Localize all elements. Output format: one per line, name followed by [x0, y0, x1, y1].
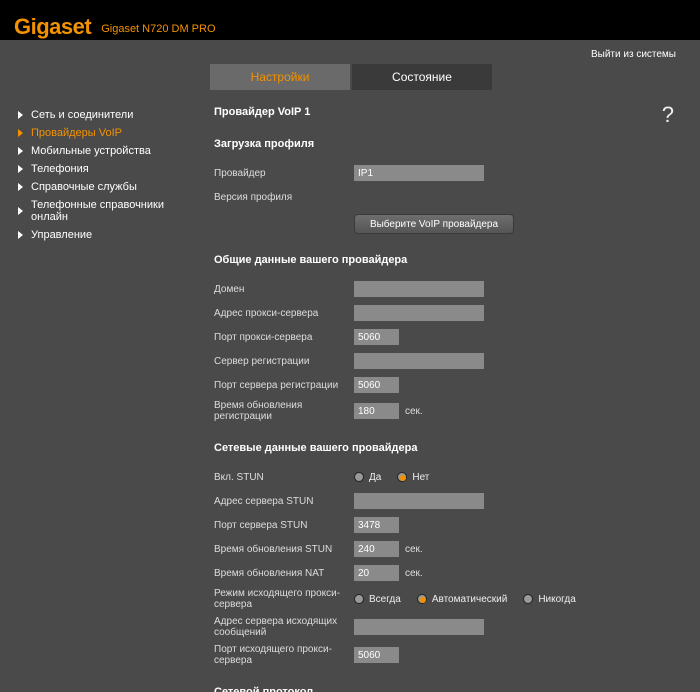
outbound-addr-input[interactable] — [354, 619, 484, 635]
stun-enable-label: Вкл. STUN — [214, 472, 354, 483]
radio-icon — [523, 594, 533, 604]
provider-label: Провайдер — [214, 168, 354, 179]
proxy-addr-label: Адрес прокси-сервера — [214, 308, 354, 319]
section-profile-load: Загрузка профиля — [214, 138, 672, 150]
sidebar-item-management[interactable]: Управление — [18, 226, 200, 244]
model-label: Gigaset N720 DM PRO — [101, 23, 215, 35]
chevron-right-icon — [18, 231, 23, 239]
radio-icon — [354, 594, 364, 604]
stun-refresh-label: Время обновления STUN — [214, 544, 354, 555]
radio-label: Никогда — [538, 594, 575, 605]
stun-port-label: Порт сервера STUN — [214, 520, 354, 531]
chevron-right-icon — [18, 165, 23, 173]
sidebar-item-network[interactable]: Сеть и соединители — [18, 106, 200, 124]
radio-label: Всегда — [369, 594, 401, 605]
main-tabs: Настройки Состояние — [210, 64, 700, 90]
stun-port-input[interactable] — [354, 517, 399, 533]
outbound-always-radio[interactable]: Всегда — [354, 594, 401, 605]
reg-refresh-label: Время обновления регистрации — [214, 400, 354, 422]
reg-server-input[interactable] — [354, 353, 484, 369]
radio-icon — [417, 594, 427, 604]
sidebar-item-label: Управление — [31, 229, 92, 241]
sidebar-item-label: Провайдеры VoIP — [31, 127, 122, 139]
select-provider-button[interactable]: Выберите VoIP провайдера — [354, 214, 514, 234]
provider-input[interactable] — [354, 165, 484, 181]
radio-icon — [354, 472, 364, 482]
outbound-port-label: Порт исходящего прокси-сервера — [214, 644, 354, 666]
sidebar: Сеть и соединители Провайдеры VoIP Мобил… — [0, 90, 200, 692]
outbound-addr-label: Адрес сервера исходящих сообщений — [214, 616, 354, 638]
sidebar-item-mobile[interactable]: Мобильные устройства — [18, 142, 200, 160]
content-area: ? Провайдер VoIP 1 Загрузка профиля Пров… — [200, 90, 700, 692]
section-protocol: Сетевой протокол — [214, 686, 672, 692]
sidebar-item-label: Справочные службы — [31, 181, 137, 193]
brand-logo: Gigaset — [14, 14, 91, 40]
chevron-right-icon — [18, 129, 23, 137]
sec-unit: сек. — [405, 544, 423, 555]
sidebar-item-label: Телефония — [31, 163, 89, 175]
chevron-right-icon — [18, 147, 23, 155]
stun-addr-label: Адрес сервера STUN — [214, 496, 354, 507]
stun-yes-radio[interactable]: Да — [354, 472, 381, 483]
outbound-port-input[interactable] — [354, 647, 399, 663]
sec-unit: сек. — [405, 406, 423, 417]
tab-status[interactable]: Состояние — [352, 64, 492, 90]
section-network: Сетевые данные вашего провайдера — [214, 442, 672, 454]
help-icon[interactable]: ? — [662, 102, 674, 128]
outbound-auto-radio[interactable]: Автоматический — [417, 594, 508, 605]
radio-icon — [397, 472, 407, 482]
outbound-mode-label: Режим исходящего прокси-сервера — [214, 588, 354, 610]
nat-refresh-label: Время обновления NAT — [214, 568, 354, 579]
outbound-never-radio[interactable]: Никогда — [523, 594, 575, 605]
radio-label: Нет — [412, 472, 429, 483]
sidebar-item-online-directories[interactable]: Телефонные справочники онлайн — [18, 196, 200, 226]
domain-label: Домен — [214, 284, 354, 295]
radio-label: Да — [369, 472, 381, 483]
reg-server-label: Сервер регистрации — [214, 356, 354, 367]
sidebar-item-label: Мобильные устройства — [31, 145, 151, 157]
section-general: Общие данные вашего провайдера — [214, 254, 672, 266]
profile-version-label: Версия профиля — [214, 192, 354, 203]
radio-label: Автоматический — [432, 594, 508, 605]
page-title: Провайдер VoIP 1 — [214, 106, 672, 118]
sidebar-item-voip-providers[interactable]: Провайдеры VoIP — [18, 124, 200, 142]
domain-input[interactable] — [354, 281, 484, 297]
reg-port-label: Порт сервера регистрации — [214, 380, 354, 391]
chevron-right-icon — [18, 207, 23, 215]
proxy-port-label: Порт прокси-сервера — [214, 332, 354, 343]
reg-port-input[interactable] — [354, 377, 399, 393]
stun-addr-input[interactable] — [354, 493, 484, 509]
tab-settings[interactable]: Настройки — [210, 64, 350, 90]
reg-refresh-input[interactable] — [354, 403, 399, 419]
stun-no-radio[interactable]: Нет — [397, 472, 429, 483]
sidebar-item-label: Телефонные справочники онлайн — [31, 199, 200, 223]
sidebar-item-label: Сеть и соединители — [31, 109, 133, 121]
nat-refresh-input[interactable] — [354, 565, 399, 581]
logout-link[interactable]: Выйти из системы — [591, 49, 676, 60]
sec-unit: сек. — [405, 568, 423, 579]
sidebar-item-telephony[interactable]: Телефония — [18, 160, 200, 178]
sidebar-item-directories[interactable]: Справочные службы — [18, 178, 200, 196]
top-bar: Gigaset Gigaset N720 DM PRO — [0, 0, 700, 40]
chevron-right-icon — [18, 183, 23, 191]
stun-refresh-input[interactable] — [354, 541, 399, 557]
chevron-right-icon — [18, 111, 23, 119]
proxy-port-input[interactable] — [354, 329, 399, 345]
proxy-addr-input[interactable] — [354, 305, 484, 321]
